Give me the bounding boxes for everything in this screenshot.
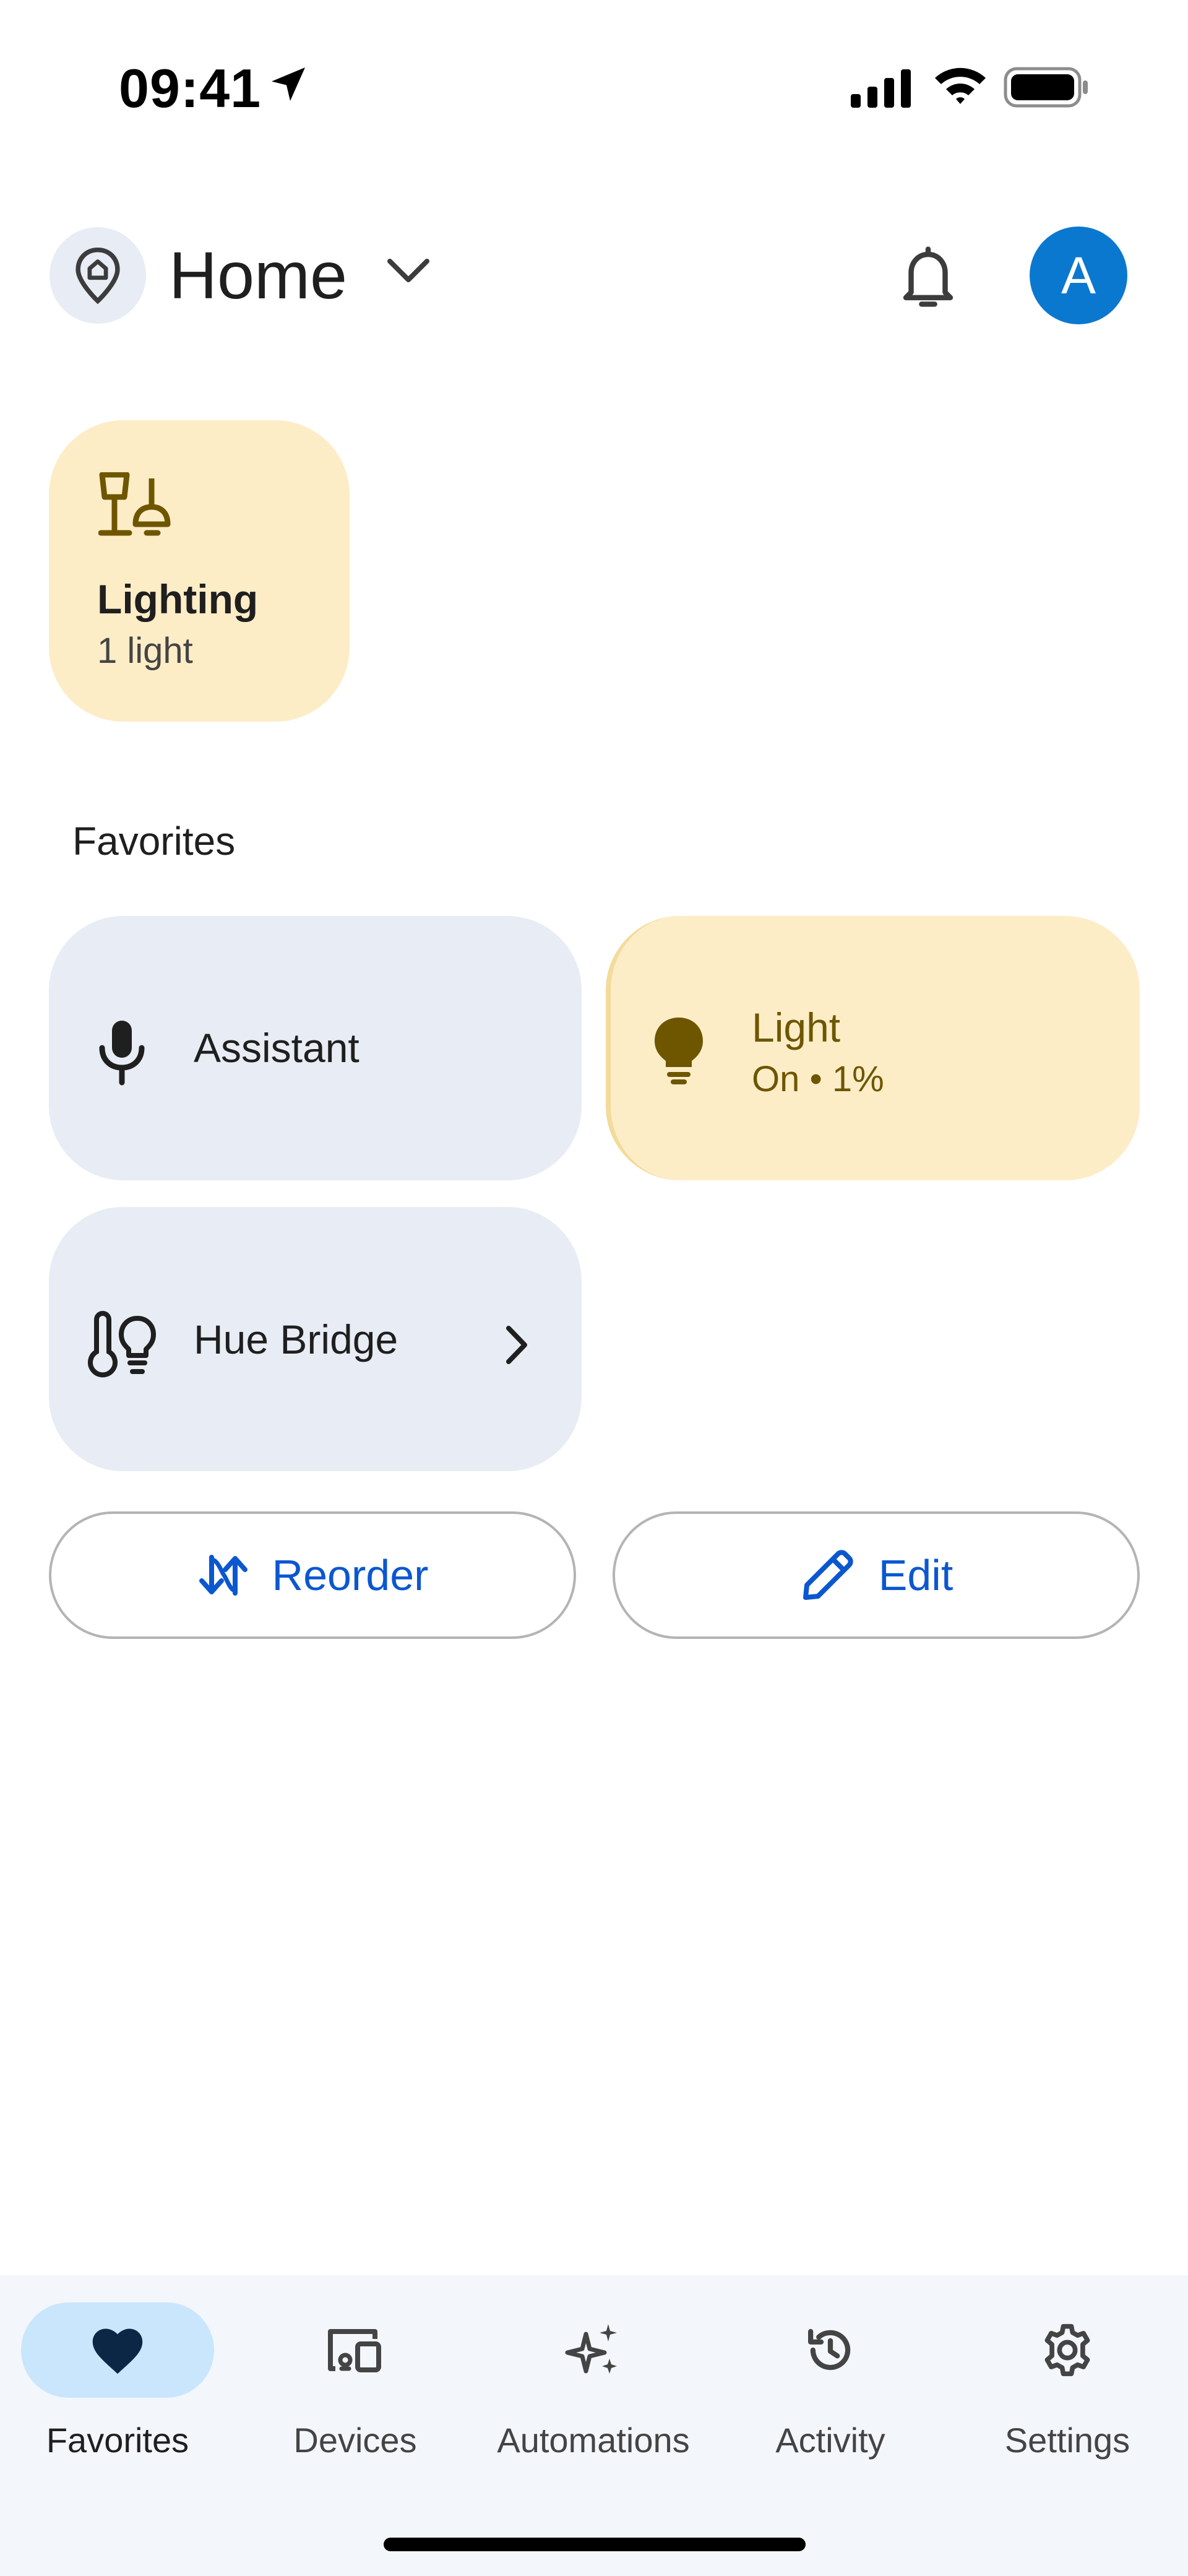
location-arrow-icon bbox=[272, 67, 305, 101]
bell-icon[interactable] bbox=[896, 243, 960, 311]
chevron-right-icon bbox=[506, 1326, 527, 1364]
home-pin-icon bbox=[75, 247, 120, 305]
nav-devices-label: Devices bbox=[293, 2421, 417, 2460]
wifi-icon bbox=[935, 67, 986, 104]
history-icon bbox=[808, 2328, 851, 2371]
nav-favorites[interactable]: Favorites bbox=[15, 2302, 220, 2476]
nav-favorites-label: Favorites bbox=[46, 2421, 189, 2460]
avatar-initial: A bbox=[1061, 246, 1096, 305]
sparkle-icon bbox=[565, 2324, 617, 2374]
reorder-button[interactable]: Reorder bbox=[49, 1511, 576, 1639]
assistant-label: Assistant bbox=[194, 1025, 359, 1071]
nav-devices-indicator bbox=[259, 2302, 452, 2398]
nav-devices[interactable]: Devices bbox=[253, 2302, 457, 2476]
nav-activity[interactable]: Activity bbox=[728, 2302, 932, 2476]
status-time: 09:41 bbox=[119, 58, 262, 119]
home-indicator[interactable] bbox=[384, 2538, 806, 2551]
favorites-heading: Favorites bbox=[72, 819, 236, 863]
nav-activity-label: Activity bbox=[775, 2421, 885, 2460]
nav-automations[interactable]: Automations bbox=[491, 2302, 695, 2476]
home-title[interactable]: Home bbox=[169, 235, 347, 316]
light-label: Light bbox=[752, 1005, 841, 1050]
lightbulb-icon bbox=[655, 1018, 703, 1084]
gear-icon bbox=[1044, 2323, 1090, 2377]
edit-button[interactable]: Edit bbox=[613, 1511, 1140, 1639]
microphone-icon bbox=[99, 1021, 145, 1086]
thermometer-bulb-icon bbox=[88, 1311, 156, 1378]
reorder-label: Reorder bbox=[272, 1551, 429, 1599]
heart-icon bbox=[92, 2328, 143, 2374]
battery-icon bbox=[1004, 67, 1088, 108]
lighting-category-tile[interactable] bbox=[49, 420, 350, 722]
nav-settings-indicator bbox=[971, 2302, 1164, 2398]
nav-automations-indicator bbox=[497, 2302, 690, 2398]
cellular-signal-icon bbox=[851, 69, 911, 108]
nav-settings[interactable]: Settings bbox=[965, 2302, 1169, 2476]
nav-activity-indicator bbox=[734, 2302, 927, 2398]
devices-icon bbox=[328, 2329, 381, 2372]
hue-bridge-label: Hue Bridge bbox=[194, 1316, 398, 1362]
nav-settings-label: Settings bbox=[1004, 2421, 1130, 2460]
chevron-down-icon[interactable] bbox=[384, 254, 433, 291]
lamp-icon bbox=[98, 472, 171, 536]
pencil-icon bbox=[803, 1550, 853, 1600]
lighting-label: Lighting bbox=[97, 576, 259, 622]
avatar[interactable]: A bbox=[1030, 227, 1127, 324]
nav-automations-label: Automations bbox=[497, 2421, 690, 2460]
lighting-count: 1 light bbox=[97, 631, 193, 671]
reorder-arrows-icon bbox=[199, 1555, 248, 1596]
edit-label: Edit bbox=[878, 1551, 953, 1599]
nav-favorites-indicator bbox=[21, 2302, 214, 2398]
light-status: On • 1% bbox=[752, 1059, 884, 1099]
home-location-button[interactable] bbox=[50, 227, 146, 324]
